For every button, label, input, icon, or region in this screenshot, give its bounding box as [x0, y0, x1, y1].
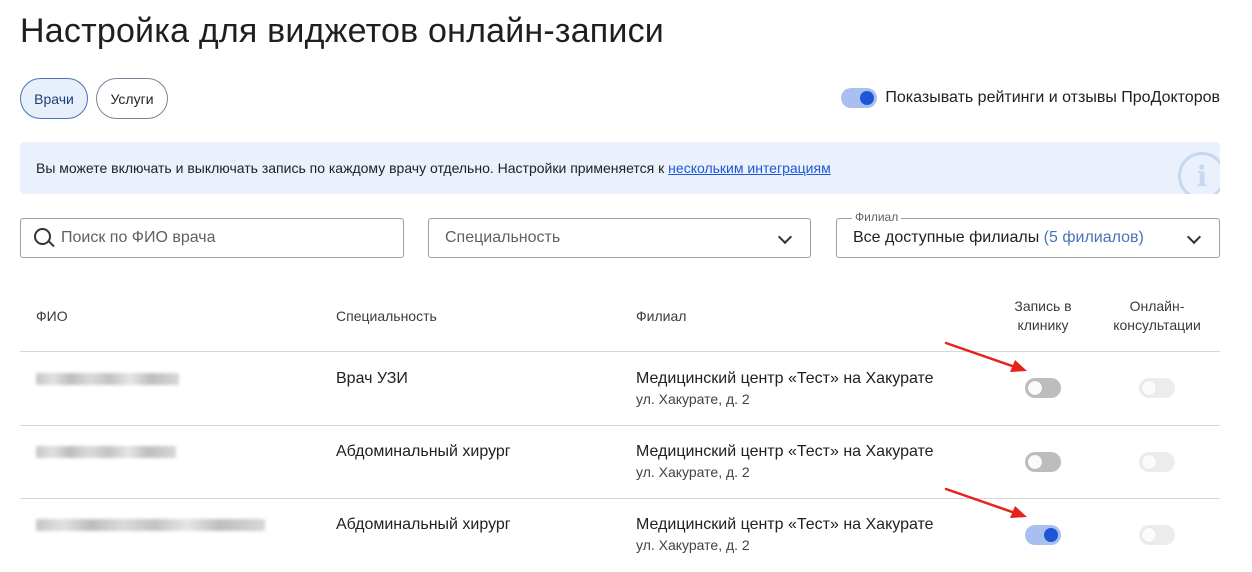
- header-line: консультации: [1113, 317, 1201, 333]
- online-consult-toggle: [1139, 452, 1175, 472]
- search-icon: [33, 227, 55, 249]
- column-header-branch: Филиал: [636, 308, 687, 324]
- branch-select[interactable]: Все доступные филиалы (5 филиалов): [836, 218, 1220, 258]
- rating-toggle-group: Показывать рейтинги и отзывы ПроДокторов: [841, 88, 1220, 108]
- column-header-fio: ФИО: [36, 308, 68, 324]
- rating-toggle-label: Показывать рейтинги и отзывы ПроДокторов: [885, 89, 1220, 106]
- branch-count: (5 филиалов): [1043, 229, 1144, 246]
- branch-value: Все доступные филиалы: [853, 229, 1040, 246]
- clinic-booking-toggle[interactable]: [1025, 525, 1061, 545]
- info-banner-message: Вы можете включать и выключать запись по…: [36, 160, 669, 176]
- row-specialty: Абдоминальный хирург: [336, 516, 511, 533]
- row-branch-name: Медицинский центр «Тест» на Хакурате: [636, 443, 934, 460]
- chevron-down-icon: [1186, 229, 1202, 245]
- page-title: Настройка для виджетов онлайн-записи: [20, 12, 665, 50]
- column-header-specialty: Специальность: [336, 308, 437, 324]
- toggle-knob: [1028, 381, 1042, 395]
- row-branch-name: Медицинский центр «Тест» на Хакурате: [636, 516, 934, 533]
- info-banner: Вы можете включать и выключать запись по…: [20, 142, 1220, 194]
- tab-services[interactable]: Услуги: [96, 78, 168, 119]
- info-banner-text: Вы можете включать и выключать запись по…: [36, 160, 831, 176]
- row-branch-address: ул. Хакурате, д. 2: [636, 537, 750, 553]
- row-branch-address: ул. Хакурате, д. 2: [636, 391, 750, 407]
- clinic-booking-toggle[interactable]: [1025, 452, 1061, 472]
- specialty-select[interactable]: Специальность: [428, 218, 811, 258]
- blurred-doctor-name: [36, 373, 179, 385]
- header-line: Онлайн-: [1129, 298, 1185, 314]
- toggle-knob: [1142, 455, 1156, 469]
- column-header-online-consult: Онлайн-консультации: [1104, 297, 1210, 335]
- blurred-doctor-name: [36, 519, 265, 531]
- clinic-booking-toggle[interactable]: [1025, 378, 1061, 398]
- row-specialty: Абдоминальный хирург: [336, 443, 511, 460]
- annotation-arrow-icon: [944, 341, 1027, 372]
- header-line: Запись в: [1014, 298, 1072, 314]
- tab-doctors[interactable]: Врачи: [20, 78, 88, 119]
- toggle-knob: [1142, 381, 1156, 395]
- blurred-doctor-name: [36, 446, 176, 458]
- info-icon: i: [1178, 152, 1220, 194]
- chevron-down-icon: [777, 229, 793, 245]
- online-consult-toggle: [1139, 378, 1175, 398]
- rating-toggle[interactable]: [841, 88, 878, 108]
- row-divider: [20, 425, 1220, 426]
- toggle-knob: [860, 91, 875, 105]
- toggle-knob: [1044, 528, 1058, 542]
- online-consult-toggle: [1139, 525, 1175, 545]
- search-input[interactable]: [61, 229, 361, 247]
- column-header-clinic-booking: Запись в клинику: [1000, 297, 1086, 335]
- branch-select-value: Все доступные филиалы (5 филиалов): [853, 229, 1144, 247]
- search-field[interactable]: [20, 218, 404, 258]
- integrations-link[interactable]: нескольким интеграциям: [668, 160, 831, 176]
- specialty-placeholder: Специальность: [445, 229, 561, 246]
- row-branch-name: Медицинский центр «Тест» на Хакурате: [636, 370, 934, 387]
- toggle-knob: [1142, 528, 1156, 542]
- header-line: клинику: [1017, 317, 1069, 333]
- row-specialty: Врач УЗИ: [336, 370, 408, 387]
- branch-field-label: Филиал: [852, 210, 902, 224]
- row-branch-address: ул. Хакурате, д. 2: [636, 464, 750, 480]
- toggle-knob: [1028, 455, 1042, 469]
- annotation-arrow-icon: [944, 487, 1027, 518]
